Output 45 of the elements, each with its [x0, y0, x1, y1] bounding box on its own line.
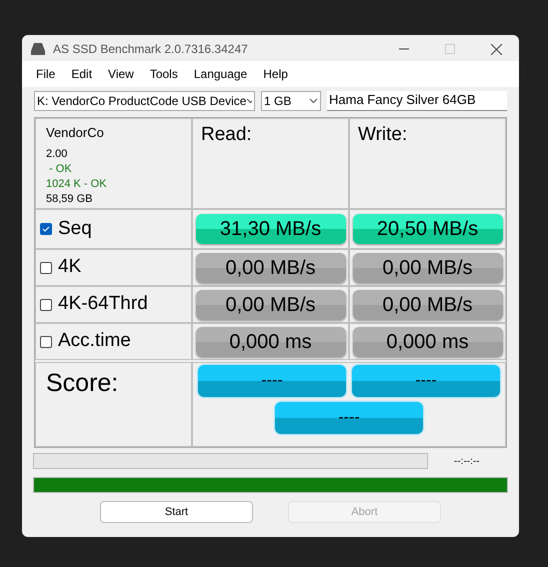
menu-item[interactable]: View — [100, 65, 142, 83]
drive-icon — [31, 43, 45, 55]
result-display: 0,000 ms — [196, 326, 346, 356]
vendor-name: VendorCo — [46, 124, 105, 142]
result-display: 0,00 MB/s — [196, 252, 346, 282]
column-header: Read: — [201, 124, 252, 145]
checkbox[interactable] — [40, 262, 52, 274]
maximize-icon — [445, 44, 455, 54]
action-button[interactable]: Start — [100, 501, 253, 523]
menu-item[interactable]: Tools — [142, 65, 186, 83]
result-display: 0,00 MB/s — [352, 252, 502, 282]
menu-item[interactable]: Language — [186, 65, 256, 83]
chevron-icon — [246, 98, 252, 104]
result-display: 0,000 ms — [352, 326, 502, 356]
checkbox[interactable] — [40, 336, 52, 348]
test-label: 4K-64Thrd — [58, 292, 148, 316]
menu-item[interactable]: Edit — [63, 65, 100, 83]
drive-info: 1024 K - OK — [46, 176, 108, 192]
checkbox[interactable] — [40, 223, 52, 235]
drive-info: 2.00 — [46, 146, 68, 162]
test-label: Acc.time — [58, 329, 131, 354]
drive-info: 58,59 GB — [46, 192, 94, 206]
checkbox[interactable] — [40, 298, 52, 310]
elapsed-time: --:--:-- — [454, 454, 480, 468]
name-field[interactable]: Hama Fancy Silver 64GB — [327, 90, 507, 110]
column-header: Write: — [358, 124, 408, 145]
result-display: 0,00 MB/s — [196, 290, 346, 320]
check-icon — [42, 226, 50, 232]
score-display: ---- — [198, 365, 346, 397]
result-display: 31,30 MB/s — [196, 214, 346, 244]
result-display: 0,00 MB/s — [352, 290, 502, 320]
score-label: Score: — [46, 369, 118, 397]
close-icon — [490, 44, 502, 54]
menu-item[interactable]: File — [28, 65, 64, 83]
drive-info: - OK — [48, 162, 73, 176]
result-display: 20,50 MB/s — [352, 214, 502, 244]
window-title: AS SSD Benchmark 2.0.7316.34247 — [53, 41, 248, 58]
chevron-icon — [309, 98, 318, 104]
size-dropdown[interactable]: 1 GB — [261, 90, 321, 110]
drive-dropdown[interactable]: K: VendorCo ProductCode USB Device — [34, 90, 255, 110]
score-display: ---- — [275, 402, 423, 434]
test-label: Seq — [58, 216, 92, 241]
score-display: ---- — [352, 365, 500, 397]
menu-item[interactable]: Help — [255, 65, 296, 83]
test-label: 4K — [58, 255, 82, 280]
